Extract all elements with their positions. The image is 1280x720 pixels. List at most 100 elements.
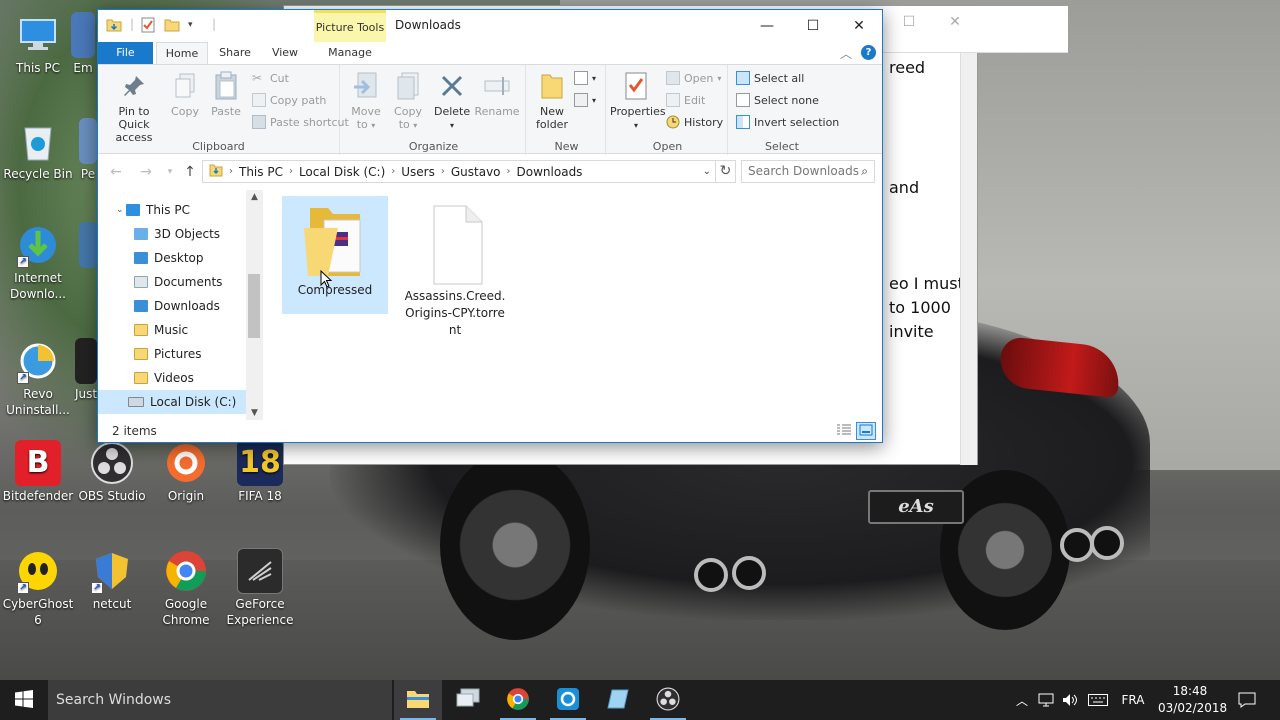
close-button[interactable]: ✕ xyxy=(836,10,882,42)
minimize-button[interactable]: — xyxy=(744,10,790,42)
close-icon[interactable]: ✕ xyxy=(940,14,970,34)
paste-shortcut-button[interactable]: Paste shortcut xyxy=(252,113,349,131)
tray-show-hidden-icon[interactable]: ︿ xyxy=(1012,680,1032,720)
breadcrumb-item[interactable]: Downloads xyxy=(517,165,583,179)
nav-item-downloads[interactable]: Downloads xyxy=(98,294,246,318)
easy-access-button[interactable]: ▾ xyxy=(574,91,596,109)
expand-chevron-icon[interactable]: ⌄ xyxy=(116,205,126,215)
maximize-icon[interactable]: ☐ xyxy=(894,14,924,34)
maximize-button[interactable]: ☐ xyxy=(790,10,836,42)
tab-view[interactable]: View xyxy=(261,42,309,64)
copy-to-button[interactable]: Copy to ▾ xyxy=(388,71,428,132)
tray-language[interactable]: FRA xyxy=(1116,680,1150,720)
folder-down-icon[interactable] xyxy=(106,17,122,33)
nav-item-this-pc[interactable]: ⌄ This PC xyxy=(98,198,246,222)
search-input[interactable]: Search Downloads ⌕ xyxy=(741,160,875,183)
breadcrumb-item[interactable]: Local Disk (C:) xyxy=(299,165,385,179)
desktop-icon-geforce-experience[interactable]: GeForce Experience xyxy=(222,548,298,628)
breadcrumb-item[interactable]: Users xyxy=(401,165,435,179)
navigation-pane[interactable]: ⌄ This PC 3D Objects Desktop Documents D… xyxy=(98,190,263,420)
paste-button[interactable]: Paste xyxy=(206,71,246,118)
recent-locations-chevron-icon[interactable]: ▾ xyxy=(160,162,180,182)
file-item-torrent[interactable]: Assassins.Creed. Origins-CPY.torre nt xyxy=(402,196,508,339)
tab-manage[interactable]: Manage xyxy=(314,42,386,64)
tray-keyboard-icon[interactable] xyxy=(1086,680,1110,720)
large-icons-view-button[interactable] xyxy=(856,422,876,440)
address-history-chevron-icon[interactable]: ⌄ xyxy=(703,166,711,177)
breadcrumb-chevron-icon[interactable]: › xyxy=(507,166,511,177)
move-to-button[interactable]: Move to ▾ xyxy=(346,71,386,132)
desktop-icon-this-pc[interactable]: This PC xyxy=(0,12,76,76)
nav-item-3d-objects[interactable]: 3D Objects xyxy=(98,222,246,246)
invert-selection-button[interactable]: Invert selection xyxy=(736,113,839,131)
taskbar-app-notepad[interactable] xyxy=(594,680,642,720)
nav-item-music[interactable]: Music xyxy=(98,318,246,342)
desktop-icon-origin[interactable]: Origin xyxy=(148,440,224,504)
address-bar[interactable]: › This PC › Local Disk (C:) › Users › Gu… xyxy=(202,160,716,183)
breadcrumb-chevron-icon[interactable]: › xyxy=(289,166,293,177)
taskbar-app-google-chrome[interactable] xyxy=(494,680,542,720)
desktop-icon-cyberghost[interactable]: ↗ CyberGhost 6 xyxy=(0,548,76,628)
rename-button[interactable]: Rename xyxy=(474,71,520,118)
tab-home[interactable]: Home xyxy=(156,42,208,64)
file-list[interactable]: Compressed Assassins.Creed. Origins-CPY.… xyxy=(268,190,880,420)
edit-button[interactable]: Edit xyxy=(666,91,705,109)
breadcrumb-chevron-icon[interactable]: › xyxy=(441,166,445,177)
breadcrumb-item[interactable]: This PC xyxy=(239,165,283,179)
history-button[interactable]: History xyxy=(666,113,723,131)
cut-button[interactable]: ✂ Cut xyxy=(252,69,289,87)
up-arrow-icon[interactable]: ↑ xyxy=(180,162,200,182)
chevron-down-icon[interactable]: ▾ xyxy=(188,17,204,33)
nav-item-desktop[interactable]: Desktop xyxy=(98,246,246,270)
breadcrumb-chevron-icon[interactable]: › xyxy=(391,166,395,177)
file-explorer-window[interactable]: | ▾ | Picture Tools Downloads — ☐ ✕ File… xyxy=(97,9,883,443)
refresh-icon[interactable]: ↻ xyxy=(716,160,736,183)
tray-volume-icon[interactable] xyxy=(1060,680,1080,720)
copy-path-button[interactable]: Copy path xyxy=(252,91,326,109)
taskbar-app-obs-studio[interactable] xyxy=(644,680,692,720)
properties-button[interactable]: Properties ▾ xyxy=(610,71,666,132)
forward-arrow-icon[interactable]: → xyxy=(136,162,156,182)
properties-check-icon[interactable] xyxy=(140,17,156,33)
new-folder-button[interactable]: New folder xyxy=(530,71,574,131)
desktop-icon-partial[interactable] xyxy=(78,222,98,270)
select-all-button[interactable]: Select all xyxy=(736,69,804,87)
desktop-icon-google-chrome[interactable]: Google Chrome xyxy=(148,548,224,628)
taskbar-app-file-explorer[interactable] xyxy=(394,680,442,720)
tab-share[interactable]: Share xyxy=(212,42,258,64)
select-none-button[interactable]: Select none xyxy=(736,91,819,109)
new-folder-icon[interactable] xyxy=(164,17,180,33)
scroll-down-icon[interactable]: ▼ xyxy=(246,408,263,418)
desktop-icon-bitdefender[interactable]: B Bitdefender xyxy=(0,440,76,504)
nav-item-pictures[interactable]: Pictures xyxy=(98,342,246,366)
open-button[interactable]: Open ▾ xyxy=(666,69,721,87)
delete-button[interactable]: Delete ▾ xyxy=(434,71,470,132)
pin-to-quick-access-button[interactable]: Pin to Quick access xyxy=(102,71,166,144)
scrollbar-thumb[interactable] xyxy=(248,274,260,338)
desktop-icon-internet-download-manager[interactable]: ↗ Internet Downlo... xyxy=(0,222,76,302)
start-button[interactable] xyxy=(0,680,48,720)
explorer-titlebar[interactable]: | ▾ | Picture Tools Downloads — ☐ ✕ xyxy=(98,10,882,42)
desktop-icon-revo-uninstaller[interactable]: ↗ Revo Uninstall... xyxy=(0,338,76,418)
help-icon[interactable]: ? xyxy=(861,45,876,60)
background-window-scrollbar[interactable] xyxy=(960,53,977,465)
tray-action-center-icon[interactable] xyxy=(1232,680,1262,720)
nav-item-videos[interactable]: Videos xyxy=(98,366,246,390)
desktop-icon-obs-studio[interactable]: OBS Studio xyxy=(74,440,150,504)
copy-button[interactable]: Copy xyxy=(166,71,204,118)
desktop-icon-recycle-bin[interactable]: Recycle Bin xyxy=(0,118,76,182)
tab-file[interactable]: File xyxy=(98,42,153,64)
taskbar-app-remote-desktop[interactable] xyxy=(444,680,492,720)
nav-item-local-disk[interactable]: Local Disk (C:) xyxy=(98,390,246,414)
breadcrumb-item[interactable]: Gustavo xyxy=(451,165,501,179)
file-item-folder[interactable]: Compressed xyxy=(282,196,388,314)
collapse-ribbon-icon[interactable]: ︿ xyxy=(840,45,852,62)
new-item-button[interactable]: ▾ xyxy=(574,69,596,87)
tray-clock[interactable]: 18:48 03/02/2018 xyxy=(1158,683,1227,717)
taskbar-app-uplay[interactable] xyxy=(544,680,592,720)
desktop-icon-netcut[interactable]: ↗ netcut xyxy=(74,548,150,612)
desktop-icon-partial[interactable]: Just xyxy=(74,338,98,402)
desktop-icon-partial[interactable]: Pe xyxy=(78,118,98,182)
back-arrow-icon[interactable]: ← xyxy=(106,162,126,182)
details-view-button[interactable] xyxy=(834,422,854,440)
